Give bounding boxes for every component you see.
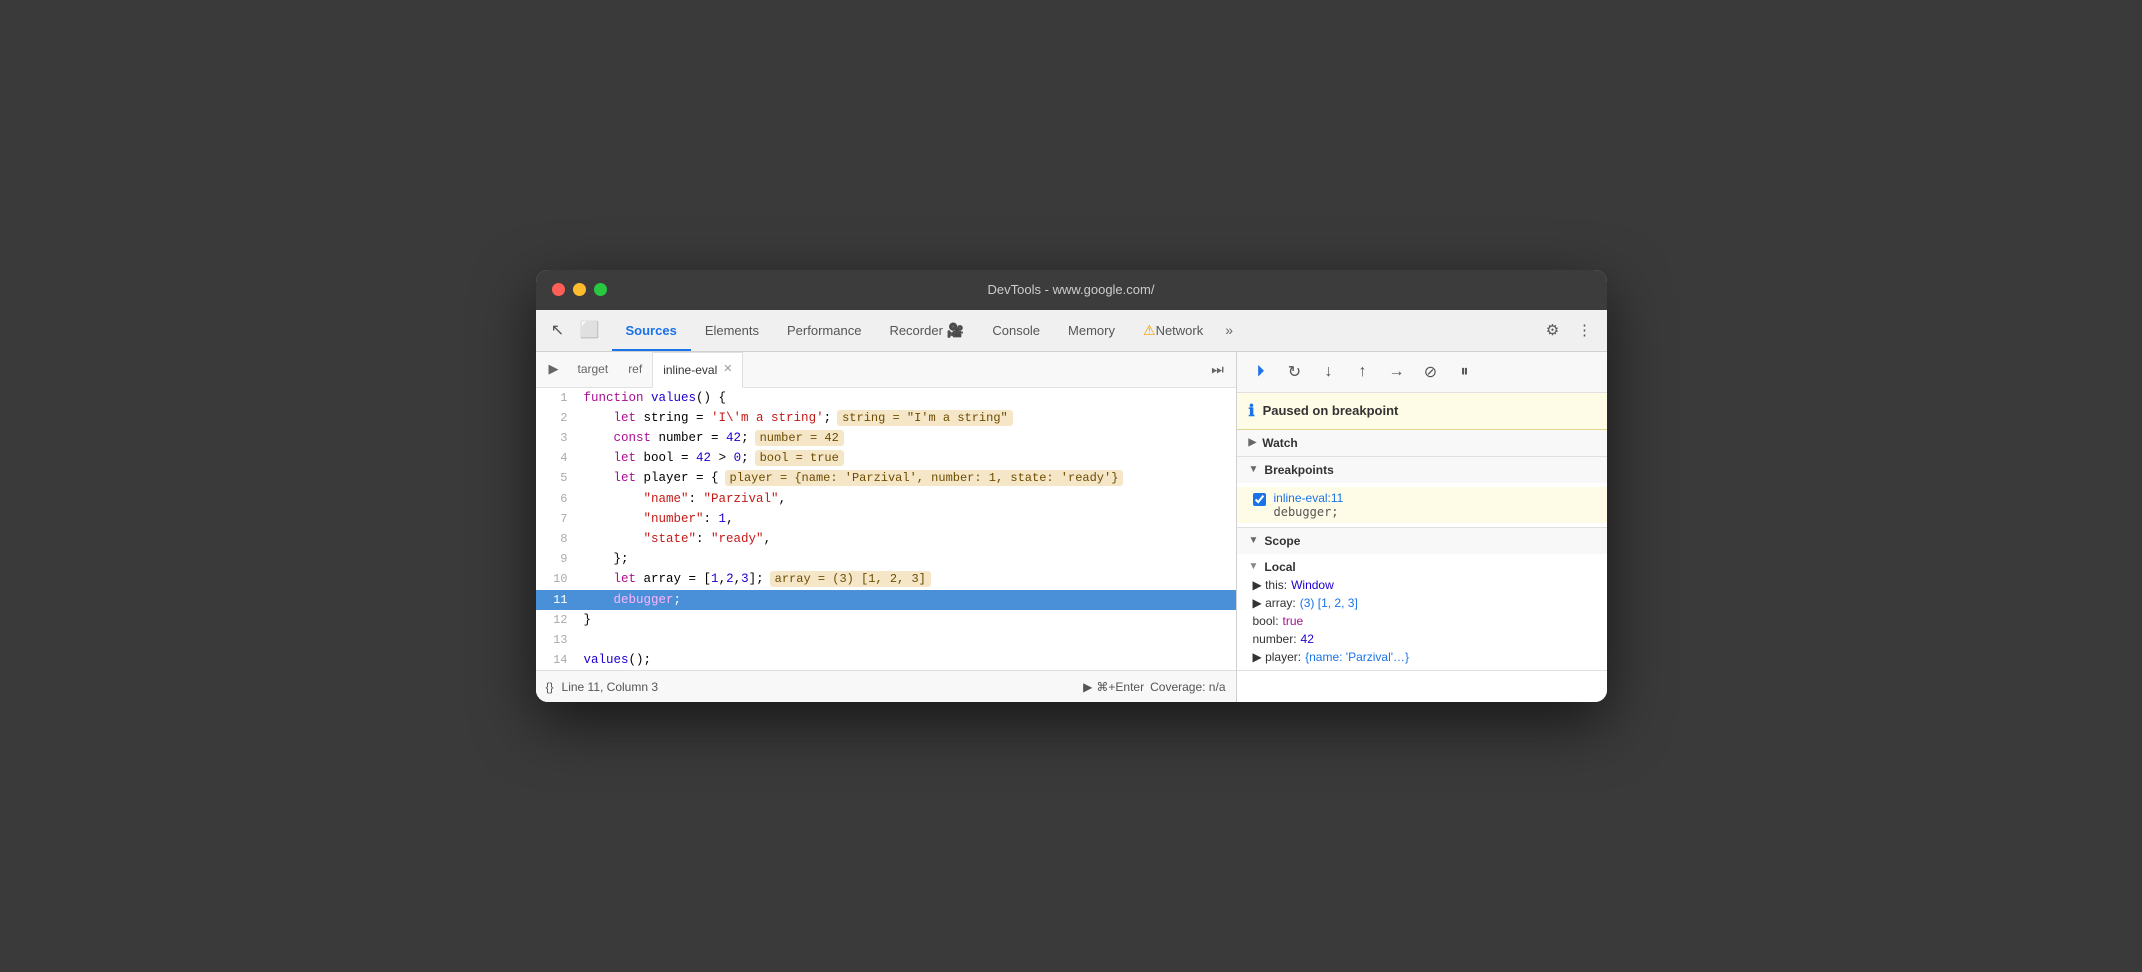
table-row: 1 function values() { <box>536 388 1236 408</box>
tab-performance[interactable]: Performance <box>773 309 875 351</box>
table-row: 4 let bool = 42 > 0;bool = true <box>536 448 1236 468</box>
file-tabs: ▶ target ref inline-eval ✕ ⏭ <box>536 352 1236 388</box>
sources-panel: ▶ target ref inline-eval ✕ ⏭ <box>536 352 1237 703</box>
local-expand-icon: ▼ <box>1249 561 1259 572</box>
table-row: 6 "name": "Parzival", <box>536 489 1236 509</box>
code-editor[interactable]: 1 function values() { 2 let string = 'I\… <box>536 388 1236 671</box>
breakpoint-checkbox[interactable] <box>1253 493 1266 506</box>
table-row: 7 "number": 1, <box>536 509 1236 529</box>
file-tab-target[interactable]: target <box>568 351 619 387</box>
device-icon[interactable]: ⬜ <box>576 316 604 344</box>
table-row: 10 let array = [1,2,3];array = (3) [1, 2… <box>536 569 1236 589</box>
breakpoint-code: debugger; <box>1274 505 1591 519</box>
coverage-label: Coverage: n/a <box>1150 680 1225 694</box>
table-row: 11 debugger; <box>536 590 1236 610</box>
list-item: ▶ array: (3) [1, 2, 3] <box>1237 594 1607 612</box>
tabbar-icons: ↖ ⬜ <box>544 316 604 344</box>
step-button[interactable]: → <box>1383 358 1411 386</box>
paused-notice-text: Paused on breakpoint <box>1263 403 1399 418</box>
scope-label: Scope <box>1264 534 1300 548</box>
info-icon: ℹ <box>1249 401 1255 421</box>
watch-arrow-icon: ▶ <box>1249 437 1257 448</box>
panel-nav-icon[interactable]: ▶ <box>540 355 568 383</box>
tab-network[interactable]: ⚠ Network <box>1129 309 1217 351</box>
tabbar-right: ⚙ ⋮ <box>1539 316 1599 344</box>
list-item: bool: true <box>1237 612 1607 630</box>
scope-arrow-icon: ▼ <box>1249 535 1259 546</box>
scope-body: ▼ Local ▶ this: Window ▶ array: (3) [1, … <box>1237 554 1607 670</box>
step-over-button[interactable]: ↻ <box>1281 358 1309 386</box>
table-row: 12 } <box>536 610 1236 630</box>
table-row: 3 const number = 42;number = 42 <box>536 428 1236 448</box>
step-out-button[interactable]: ↑ <box>1349 358 1377 386</box>
file-tab-ref[interactable]: ref <box>618 351 652 387</box>
breakpoint-file: inline-eval:11 <box>1274 491 1591 505</box>
main-content: ▶ target ref inline-eval ✕ ⏭ <box>536 352 1607 703</box>
paused-notice: ℹ Paused on breakpoint <box>1237 393 1607 430</box>
devtools-window: DevTools - www.google.com/ ↖ ⬜ Sources E… <box>536 270 1607 703</box>
close-button[interactable] <box>552 283 565 296</box>
tab-recorder[interactable]: Recorder 🎥 <box>875 309 978 351</box>
list-item: inline-eval:11 debugger; <box>1237 487 1607 523</box>
breakpoint-content: inline-eval:11 debugger; <box>1274 491 1591 519</box>
cursor-position: Line 11, Column 3 <box>562 680 659 694</box>
scope-local-header[interactable]: ▼ Local <box>1237 558 1607 576</box>
table-row: 8 "state": "ready", <box>536 529 1236 549</box>
titlebar: DevTools - www.google.com/ <box>536 270 1607 310</box>
run-button[interactable]: ▶ ⌘+Enter <box>1083 680 1144 694</box>
run-icon: ▶ <box>1083 680 1092 694</box>
tab-console[interactable]: Console <box>978 309 1054 351</box>
settings-button[interactable]: ⚙ <box>1539 316 1567 344</box>
watch-section-header[interactable]: ▶ Watch <box>1237 430 1607 456</box>
maximize-button[interactable] <box>594 283 607 296</box>
more-tabs-button[interactable]: » <box>1217 322 1241 338</box>
code-table: 1 function values() { 2 let string = 'I\… <box>536 388 1236 671</box>
resume-button[interactable]: ⏵ <box>1247 358 1275 386</box>
list-item: number: 42 <box>1237 630 1607 648</box>
scope-section-header[interactable]: ▼ Scope <box>1237 528 1607 554</box>
cursor-icon[interactable]: ↖ <box>544 316 572 344</box>
scope-section: ▼ Scope ▼ Local ▶ this: Window ▶ array: … <box>1237 528 1607 671</box>
file-tab-inline-eval[interactable]: inline-eval ✕ <box>652 352 743 388</box>
breakpoints-label: Breakpoints <box>1264 463 1333 477</box>
window-title: DevTools - www.google.com/ <box>988 282 1155 297</box>
recorder-icon: 🎥 <box>947 322 964 339</box>
table-row: 9 }; <box>536 549 1236 569</box>
format-icon[interactable]: {} <box>546 680 554 694</box>
tab-sources[interactable]: Sources <box>612 309 691 351</box>
status-bar-right: ▶ ⌘+Enter Coverage: n/a <box>1083 680 1225 694</box>
more-options-button[interactable]: ⋮ <box>1571 316 1599 344</box>
minimize-button[interactable] <box>573 283 586 296</box>
step-into-button[interactable]: ↓ <box>1315 358 1343 386</box>
pause-on-exception-button[interactable]: ⏸ <box>1451 358 1479 386</box>
tab-elements[interactable]: Elements <box>691 309 773 351</box>
tab-memory[interactable]: Memory <box>1054 309 1129 351</box>
watch-label: Watch <box>1262 436 1298 450</box>
traffic-lights <box>552 283 607 296</box>
tabbar: ↖ ⬜ Sources Elements Performance Recorde… <box>536 310 1607 352</box>
table-row: 5 let player = {player = {name: 'Parziva… <box>536 468 1236 488</box>
list-item: ▶ this: Window <box>1237 576 1607 594</box>
table-row: 14 values(); <box>536 650 1236 670</box>
breakpoints-arrow-icon: ▼ <box>1249 464 1259 475</box>
table-row: 2 let string = 'I\'m a string';string = … <box>536 408 1236 428</box>
breakpoints-section: ▼ Breakpoints inline-eval:11 debugger; <box>1237 457 1607 528</box>
warning-icon: ⚠ <box>1143 322 1156 339</box>
breakpoints-section-header[interactable]: ▼ Breakpoints <box>1237 457 1607 483</box>
watch-section: ▶ Watch <box>1237 430 1607 457</box>
local-label: Local <box>1264 560 1295 574</box>
debug-toolbar: ⏵ ↻ ↓ ↑ → ⊘ ⏸ <box>1237 352 1607 393</box>
table-row: 13 <box>536 630 1236 650</box>
file-tabs-end-button[interactable]: ⏭ <box>1204 355 1232 383</box>
close-tab-icon[interactable]: ✕ <box>723 364 732 375</box>
breakpoints-body: inline-eval:11 debugger; <box>1237 483 1607 527</box>
list-item: ▶ player: {name: 'Parzival'…} <box>1237 648 1607 666</box>
status-bar: {} Line 11, Column 3 ▶ ⌘+Enter Coverage:… <box>536 670 1236 702</box>
right-panel: ⏵ ↻ ↓ ↑ → ⊘ ⏸ ℹ Paused on breakpoint ▶ W… <box>1237 352 1607 703</box>
shortcut-label: ⌘+Enter <box>1096 680 1144 694</box>
deactivate-breakpoints-button[interactable]: ⊘ <box>1417 358 1445 386</box>
